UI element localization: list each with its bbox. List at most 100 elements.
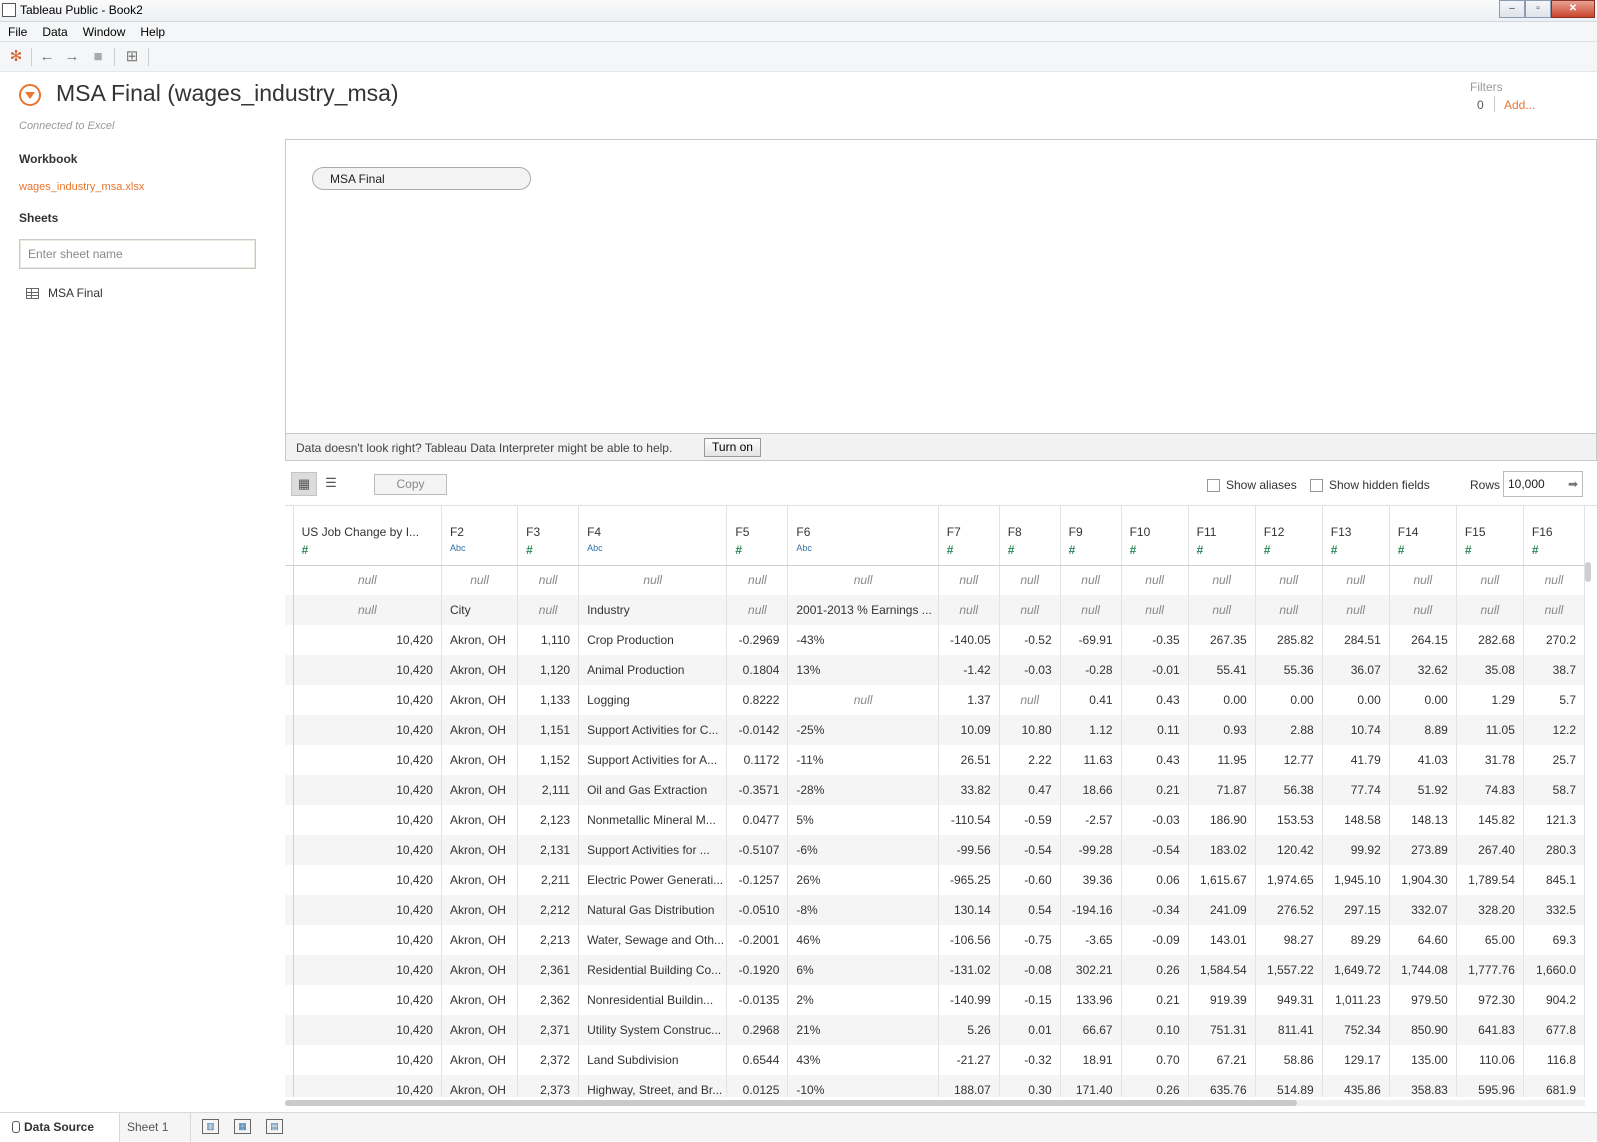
checkbox-box[interactable] [1207, 478, 1220, 492]
row-gutter [285, 715, 294, 745]
column-name: F6 [796, 525, 811, 539]
copy-button[interactable]: Copy [374, 474, 447, 495]
column-header[interactable]: F15 # [1456, 506, 1524, 566]
apply-rows-arrow-icon[interactable]: ➡ [1568, 477, 1578, 491]
table-cell: 0.30 [999, 1075, 1061, 1097]
new-dashboard-icon[interactable]: ▦ [234, 1119, 251, 1134]
data-source-title[interactable]: MSA Final (wages_industry_msa) [56, 80, 399, 107]
table-cell: -0.0510 [726, 895, 789, 925]
number-type-icon[interactable]: # [1465, 543, 1515, 557]
turn-on-interpreter-button[interactable]: Turn on [704, 438, 761, 457]
table-cell: 0.54 [999, 895, 1061, 925]
row-gutter [285, 685, 294, 715]
scrollbar-thumb[interactable] [285, 1100, 1297, 1106]
table-cell: Akron, OH [441, 955, 519, 985]
tab-data-source[interactable]: Data Source [0, 1113, 120, 1142]
close-button[interactable]: ✕ [1551, 0, 1595, 18]
table-cell: -140.05 [938, 625, 1000, 655]
menu-help[interactable]: Help [140, 22, 174, 41]
tab-sheet-1[interactable]: Sheet 1 [121, 1113, 191, 1142]
menu-window[interactable]: Window [83, 22, 135, 41]
column-header[interactable]: F16 # [1523, 506, 1586, 566]
table-cell: 595.96 [1456, 1075, 1524, 1097]
maximize-button[interactable]: ▫ [1525, 0, 1551, 18]
sheet-item-msa-final[interactable]: MSA Final [26, 285, 103, 301]
table-cell: 143.01 [1188, 925, 1256, 955]
table-cell: Akron, OH [441, 1075, 519, 1097]
table-cell: 98.27 [1255, 925, 1323, 955]
column-header[interactable]: F7 # [938, 506, 1000, 566]
number-type-icon[interactable]: # [302, 543, 433, 557]
number-type-icon[interactable]: # [1398, 543, 1448, 557]
number-type-icon[interactable]: # [1008, 543, 1052, 557]
table-cell: -0.03 [1121, 805, 1189, 835]
data-grid[interactable]: US Job Change by I... # F2 Abc F3 # F4 Abc F5 # F6… [285, 505, 1597, 1097]
vertical-scrollbar[interactable] [1585, 562, 1591, 582]
undo-arrow-icon[interactable]: ← [37, 48, 57, 66]
column-header[interactable]: US Job Change by I... # [293, 506, 442, 566]
table-cell: 10.80 [999, 715, 1061, 745]
data-source-menu-icon[interactable] [19, 84, 41, 106]
table-cell: 241.09 [1188, 895, 1256, 925]
number-type-icon[interactable]: # [1069, 543, 1113, 557]
window-controls: – ▫ ✕ [1499, 0, 1595, 18]
column-header[interactable]: F5 # [726, 506, 789, 566]
row-gutter [285, 506, 294, 566]
column-header[interactable]: F11 # [1188, 506, 1256, 566]
new-story-icon[interactable]: ▤ [266, 1119, 283, 1134]
sheet-search-input[interactable] [19, 239, 256, 269]
table-cell: -0.75 [999, 925, 1061, 955]
save-icon[interactable]: ■ [88, 48, 108, 66]
table-cell: 328.20 [1456, 895, 1524, 925]
table-cell: 51.92 [1389, 775, 1457, 805]
number-type-icon[interactable]: # [526, 543, 570, 557]
horizontal-scrollbar[interactable] [285, 1100, 1585, 1106]
string-type-icon[interactable]: Abc [796, 543, 929, 553]
table-cell: 5% [787, 805, 939, 835]
table-cell: 297.15 [1322, 895, 1390, 925]
minimize-button[interactable]: – [1499, 0, 1525, 18]
menu-file[interactable]: File [8, 22, 36, 41]
table-cell: 133.96 [1060, 985, 1122, 1015]
column-header[interactable]: F8 # [999, 506, 1061, 566]
column-header[interactable]: F6 Abc [787, 506, 939, 566]
column-header[interactable]: F9 # [1060, 506, 1122, 566]
list-view-icon[interactable]: ☰ [318, 472, 344, 496]
column-header[interactable]: F10 # [1121, 506, 1189, 566]
column-header[interactable]: F3 # [517, 506, 580, 566]
column-header[interactable]: F2 Abc [441, 506, 519, 566]
string-type-icon[interactable]: Abc [587, 543, 718, 553]
table-row: 10,420 Akron, OH 2,361 Residential Building… [285, 955, 1586, 985]
number-type-icon[interactable]: # [1532, 543, 1576, 557]
show-aliases-checkbox[interactable]: Show aliases [1207, 478, 1297, 492]
tab-data-source-label: Data Source [24, 1120, 95, 1134]
checkbox-box[interactable] [1310, 478, 1323, 492]
column-header[interactable]: F12 # [1255, 506, 1323, 566]
number-type-icon[interactable]: # [947, 543, 991, 557]
show-hidden-fields-checkbox[interactable]: Show hidden fields [1310, 478, 1430, 492]
string-type-icon[interactable]: Abc [450, 543, 509, 553]
number-type-icon[interactable]: # [1331, 543, 1381, 557]
number-type-icon[interactable]: # [1130, 543, 1180, 557]
number-type-icon[interactable]: # [1264, 543, 1314, 557]
table-cell: 89.29 [1322, 925, 1390, 955]
table-cell: null [938, 565, 1000, 595]
column-header[interactable]: F4 Abc [578, 506, 728, 566]
redo-arrow-icon[interactable]: → [62, 48, 82, 66]
table-pill-msa-final[interactable]: MSA Final [312, 167, 531, 190]
column-header[interactable]: F14 # [1389, 506, 1457, 566]
join-canvas[interactable]: MSA Final [285, 139, 1597, 434]
table-cell: 641.83 [1456, 1015, 1524, 1045]
number-type-icon[interactable]: # [735, 543, 779, 557]
grid-view-icon[interactable]: ▦ [291, 472, 317, 496]
workbook-file-link[interactable]: wages_industry_msa.xlsx [19, 181, 144, 193]
new-worksheet-icon[interactable]: ▥ [202, 1119, 219, 1134]
tableau-logo-icon[interactable]: ✻ [6, 48, 26, 66]
menu-data[interactable]: Data [42, 22, 76, 41]
column-header[interactable]: F13 # [1322, 506, 1390, 566]
table-cell: null [999, 595, 1061, 625]
table-cell: Highway, Street, and Br... [578, 1075, 728, 1097]
add-filter-link[interactable]: Add... [1504, 98, 1535, 112]
number-type-icon[interactable]: # [1197, 543, 1247, 557]
new-data-source-icon[interactable]: ⊞ [122, 48, 142, 66]
